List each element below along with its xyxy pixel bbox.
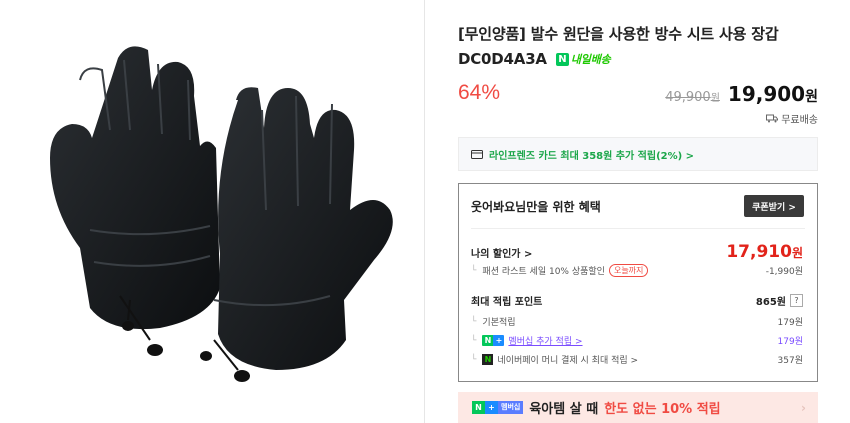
- promo-tag-n: N: [472, 401, 485, 414]
- promo-banner[interactable]: N + 멤버십 육아템 살 때 한도 없는 10% 적립 ›: [458, 392, 818, 423]
- shipping-info: 무료배송: [766, 111, 818, 126]
- my-discount-price-value: 17,910: [726, 242, 792, 262]
- base-points-row: └ 기본적립 179원: [471, 315, 803, 329]
- npay-points-info: └ N 네이버페이 머니 결제 시 최대 적립 >: [471, 353, 638, 366]
- original-price-unit: 원: [710, 93, 720, 104]
- delivery-badge-label: 내일배송: [570, 53, 611, 66]
- membership-points-link[interactable]: 멤버십 추가 적립 >: [508, 334, 582, 347]
- tree-branch-icon: └: [471, 354, 477, 365]
- price-block: 49,900원 19,900원: [665, 82, 818, 106]
- card-benefit-banner[interactable]: 라인프렌즈 카드 최대 358원 추가 적립(2%) >: [458, 137, 818, 171]
- tree-branch-icon: └: [471, 335, 477, 346]
- original-price: 49,900원: [665, 89, 720, 105]
- original-price-value: 49,900: [665, 90, 711, 105]
- base-points-info: └ 기본적립: [471, 315, 516, 329]
- sale-event-row: └ 패션 라스트 세일 10% 상품할인 오늘까지 -1,990원: [471, 264, 803, 277]
- tree-branch-icon: └: [471, 316, 477, 327]
- delivery-badge: N 내일배송: [555, 47, 611, 72]
- naver-plus-icon: N +: [482, 335, 505, 346]
- base-points-label: 기본적립: [482, 318, 516, 328]
- left-glove-shape: [50, 46, 220, 356]
- sale-price-unit: 원: [805, 89, 818, 105]
- member-benefit-box: 웃어봐요님만을 위한 혜택 쿠폰받기 > 나의 할인가 > 17,910원 └ …: [458, 183, 818, 382]
- right-glove-shape: [200, 87, 393, 382]
- my-discount-row[interactable]: 나의 할인가 > 17,910원: [471, 242, 803, 262]
- promo-tag-membership: 멤버십: [498, 401, 524, 414]
- max-points-value: 865원: [755, 297, 786, 308]
- shipping-label: 무료배송: [781, 115, 818, 126]
- my-discount-label[interactable]: 나의 할인가 >: [471, 245, 532, 260]
- discount-rate: 64%: [458, 81, 501, 104]
- n-logo-icon: N: [555, 53, 569, 66]
- sale-event-info: └ 패션 라스트 세일 10% 상품할인 오늘까지: [471, 264, 649, 277]
- truck-icon: [766, 114, 779, 123]
- help-icon[interactable]: ?: [790, 294, 803, 307]
- npay-points-link[interactable]: 네이버페이 머니 결제 시 최대 적립 >: [497, 353, 638, 366]
- sale-price: 19,900원: [728, 82, 818, 106]
- max-points-value-wrap: 865원 ?: [756, 293, 803, 308]
- gloves-illustration: [50, 46, 393, 382]
- product-info-pane: [무인양품] 발수 원단을 사용한 방수 시트 사용 장갑 DC0D4A3A N…: [458, 0, 818, 423]
- promo-highlight: 한도 없는 10% 적립: [604, 402, 721, 417]
- coupon-button[interactable]: 쿠폰받기 >: [744, 195, 804, 217]
- sale-price-value: 19,900: [727, 82, 806, 106]
- npay-points-value: 357원: [777, 356, 803, 366]
- tree-branch-icon: └: [471, 265, 477, 276]
- my-discount-price: 17,910원: [726, 242, 803, 262]
- membership-points-value: 179원: [777, 337, 803, 347]
- membership-points-info: └ N + 멤버십 추가 적립 >: [471, 334, 583, 347]
- base-points-value: 179원: [777, 318, 803, 328]
- npay-points-row[interactable]: └ N 네이버페이 머니 결제 시 최대 적립 > 357원: [471, 353, 803, 366]
- benefit-heading: 웃어봐요님만을 위한 혜택: [471, 200, 601, 214]
- chevron-right-icon: ›: [801, 400, 806, 415]
- my-discount-price-unit: 원: [791, 246, 803, 260]
- today-badge: 오늘까지: [608, 264, 649, 277]
- membership-points-row[interactable]: └ N + 멤버십 추가 적립 > 179원: [471, 334, 803, 347]
- promo-tag-plus: +: [485, 401, 498, 414]
- membership-tag: N + 멤버십: [472, 401, 524, 414]
- sale-event-value: -1,990원: [765, 267, 803, 277]
- naver-pay-icon: N: [482, 354, 494, 365]
- credit-card-icon: [471, 149, 483, 159]
- card-benefit-text: 라인프렌즈 카드 최대 358원 추가 적립(2%) >: [489, 150, 695, 162]
- pane-divider: [424, 0, 425, 423]
- product-title: [무인양품] 발수 원단을 사용한 방수 시트 사용 장갑 DC0D4A3A N…: [458, 22, 818, 72]
- product-title-text: [무인양품] 발수 원단을 사용한 방수 시트 사용 장갑 DC0D4A3A: [458, 25, 779, 68]
- promo-text: 육아템 살 때: [529, 402, 599, 417]
- benefit-divider: [471, 228, 805, 229]
- sale-event-label: 패션 라스트 세일 10% 상품할인: [482, 267, 605, 277]
- max-points-row: 최대 적립 포인트 865원 ?: [471, 293, 803, 308]
- max-points-label: 최대 적립 포인트: [471, 297, 543, 308]
- product-image[interactable]: [0, 0, 424, 423]
